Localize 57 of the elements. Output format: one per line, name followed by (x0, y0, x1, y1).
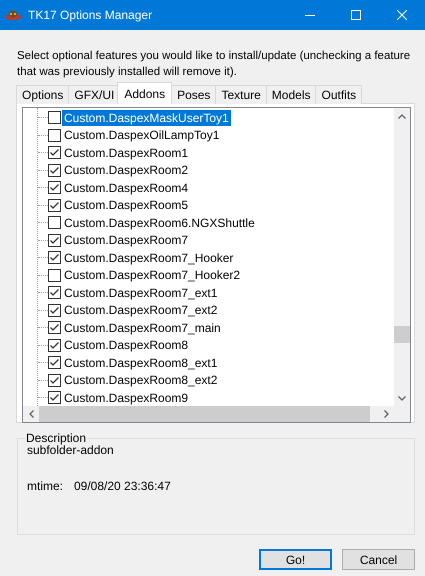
checkbox[interactable] (48, 338, 61, 352)
tab[interactable]: Addons (117, 82, 172, 104)
scroll-left-icon[interactable] (28, 410, 34, 418)
tree-item[interactable]: Custom.DaspexRoom7_Hooker (62, 250, 236, 266)
cancel-button[interactable]: Cancel (342, 549, 415, 570)
vertical-scrollbar[interactable] (394, 108, 410, 406)
tree-item[interactable]: Custom.DaspexRoom7_main (62, 320, 223, 336)
checkbox[interactable] (48, 216, 61, 230)
checkbox[interactable] (48, 181, 61, 194)
tab[interactable]: Models (266, 85, 316, 104)
tree-item[interactable]: Custom.DaspexRoom5 (62, 197, 190, 214)
go-button[interactable]: Go! (259, 549, 332, 570)
checkbox[interactable] (48, 234, 61, 247)
description-text: subfolder-addon (27, 443, 115, 457)
mtime-label: mtime: (27, 479, 63, 493)
tree-item[interactable]: Custom.DaspexRoom6.NGXShuttle (62, 214, 257, 231)
tab[interactable]: Options (16, 85, 70, 104)
checkbox[interactable] (48, 321, 61, 334)
tree-item[interactable]: Custom.DaspexRoom2 (62, 162, 190, 178)
window-title: TK17 Options Manager (28, 8, 154, 22)
tree-item[interactable]: Custom.DaspexRoom8_ext2 (62, 372, 220, 388)
tab[interactable]: Poses (171, 85, 216, 104)
app-icon (4, 9, 22, 21)
checkbox[interactable] (48, 128, 61, 142)
close-icon[interactable] (397, 10, 407, 20)
scroll-down-icon[interactable] (398, 396, 406, 400)
checkbox[interactable] (48, 268, 61, 282)
scroll-thumb[interactable] (394, 326, 410, 343)
checkbox[interactable] (48, 286, 61, 300)
checkbox[interactable] (48, 251, 61, 264)
checkbox[interactable] (48, 391, 61, 404)
checkbox[interactable] (48, 304, 61, 317)
tab[interactable]: Outfits (315, 85, 362, 104)
mtime-value: 09/08/20 23:36:47 (74, 479, 171, 493)
tree-item[interactable]: Custom.DaspexRoom9 (62, 390, 190, 406)
tree-item[interactable]: Custom.DaspexMaskUserToy1 (62, 110, 231, 126)
group-title: Description (25, 431, 88, 445)
tree-item[interactable]: Custom.DaspexRoom1 (62, 144, 190, 161)
checkbox[interactable] (48, 374, 61, 387)
tree-item[interactable]: Custom.DaspexRoom7_Hooker2 (62, 267, 242, 284)
checkbox[interactable] (48, 111, 61, 124)
tree-item[interactable]: Custom.DaspexRoom4 (62, 180, 190, 196)
tree-item[interactable]: Custom.DaspexRoom8_ext1 (62, 354, 220, 371)
checkbox[interactable] (48, 164, 61, 177)
checkbox[interactable] (48, 146, 61, 160)
scroll-right-icon[interactable] (384, 410, 388, 418)
maximize-icon[interactable] (351, 10, 361, 20)
checkbox[interactable] (48, 356, 61, 370)
tree-item[interactable]: Custom.DaspexRoom7 (62, 232, 190, 248)
instruction-text: Select optional features you would like to install/update (unchecking a feature that was previously installed will remove it). (17, 49, 412, 80)
scroll-up-icon[interactable] (398, 114, 406, 118)
tab[interactable]: Texture (215, 85, 267, 104)
checkbox[interactable] (48, 198, 61, 212)
tree-item[interactable]: Custom.DaspexRoom8 (62, 337, 190, 354)
tree-item[interactable]: Custom.DaspexRoom7_ext2 (62, 302, 220, 318)
tree-item[interactable]: Custom.DaspexOilLampToy1 (62, 127, 222, 144)
tree-item[interactable]: Custom.DaspexRoom7_ext1 (62, 284, 220, 301)
